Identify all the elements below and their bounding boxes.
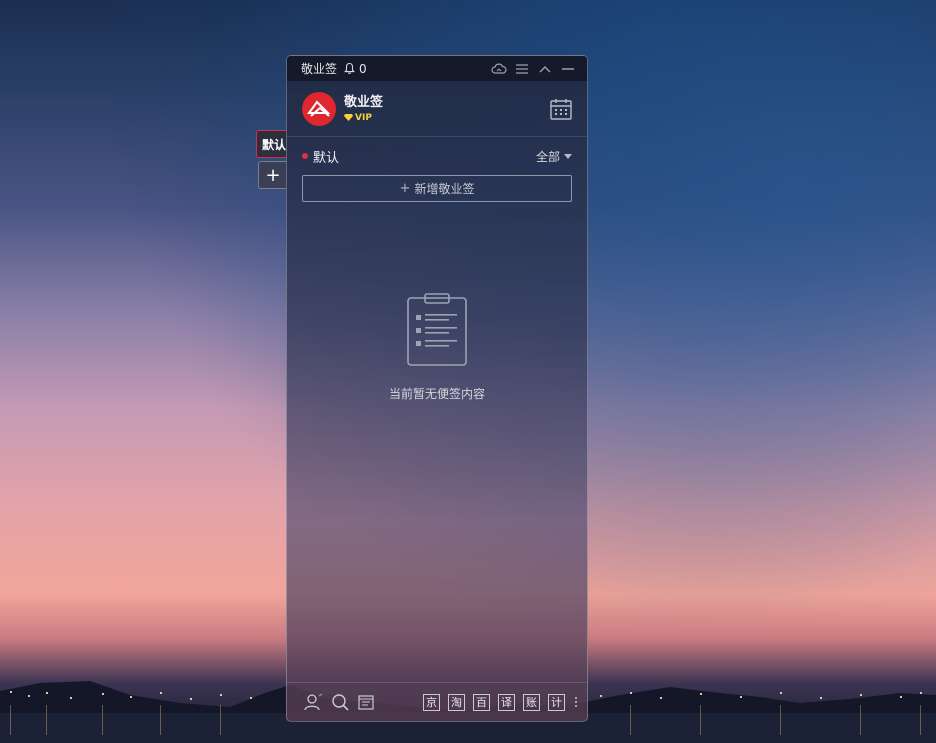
calendar-small-icon[interactable] [356,692,376,712]
window-title: 敬业签 [301,62,338,76]
empty-message: 当前暂无便签内容 [388,387,485,401]
tool-calculator[interactable]: 计 [548,693,565,711]
bell-icon[interactable] [343,62,356,75]
tool-account[interactable]: 账 [523,693,540,711]
quick-tools: 京 淘 百 译 账 计 [415,693,577,711]
tool-baidu[interactable]: 百 [473,693,490,711]
contacts-icon[interactable] [304,692,324,712]
minimize-icon[interactable] [556,59,579,79]
user-name[interactable]: 敬业签 [344,95,383,111]
filter-label: 全部 [535,149,560,164]
caret-down-icon [564,153,572,159]
calendar-icon[interactable] [549,97,573,121]
menu-icon[interactable] [510,59,533,79]
vip-label: VIP [355,112,372,123]
search-icon[interactable] [330,692,350,712]
tool-translate[interactable]: 译 [498,693,515,711]
avatar[interactable] [302,91,336,126]
vip-badge: VIP [344,113,383,123]
add-category-button[interactable]: + [258,161,287,189]
tool-jd[interactable]: 京 [423,693,440,711]
title-bar: 敬业签 0 [287,56,587,81]
app-window: 敬业签 0 敬业签 VIP 默认 全部 + 新增敬业签 当前暂无便签内容 京 淘… [286,55,588,722]
category-dot [302,153,308,159]
notification-count: 0 [359,61,367,76]
filter-dropdown[interactable]: 全部 [536,148,572,165]
user-header: 敬业签 VIP [287,81,587,137]
more-icon[interactable] [575,697,577,707]
side-tab-default[interactable]: 默认 [256,130,287,158]
category-name: 默认 [313,150,340,166]
tool-taobao[interactable]: 淘 [448,693,465,711]
collapse-icon[interactable] [533,59,556,79]
logo-icon [307,99,331,117]
add-note-button[interactable]: + 新增敬业签 [302,175,572,202]
add-note-label: 新增敬业签 [414,182,475,196]
desktop-wallpaper: 默认 + 敬业签 0 敬业签 VIP 默认 全部 + 新增敬业签 当前暂无便签内… [0,0,936,743]
clipboard-icon [407,293,467,366]
diamond-icon [344,114,353,121]
footer-toolbar: 京 淘 百 译 账 计 [287,682,587,721]
cloud-sync-icon[interactable] [487,59,510,79]
category-row: 默认 全部 [287,137,587,175]
empty-state: 当前暂无便签内容 [287,293,587,402]
plus-icon: + [399,181,411,196]
